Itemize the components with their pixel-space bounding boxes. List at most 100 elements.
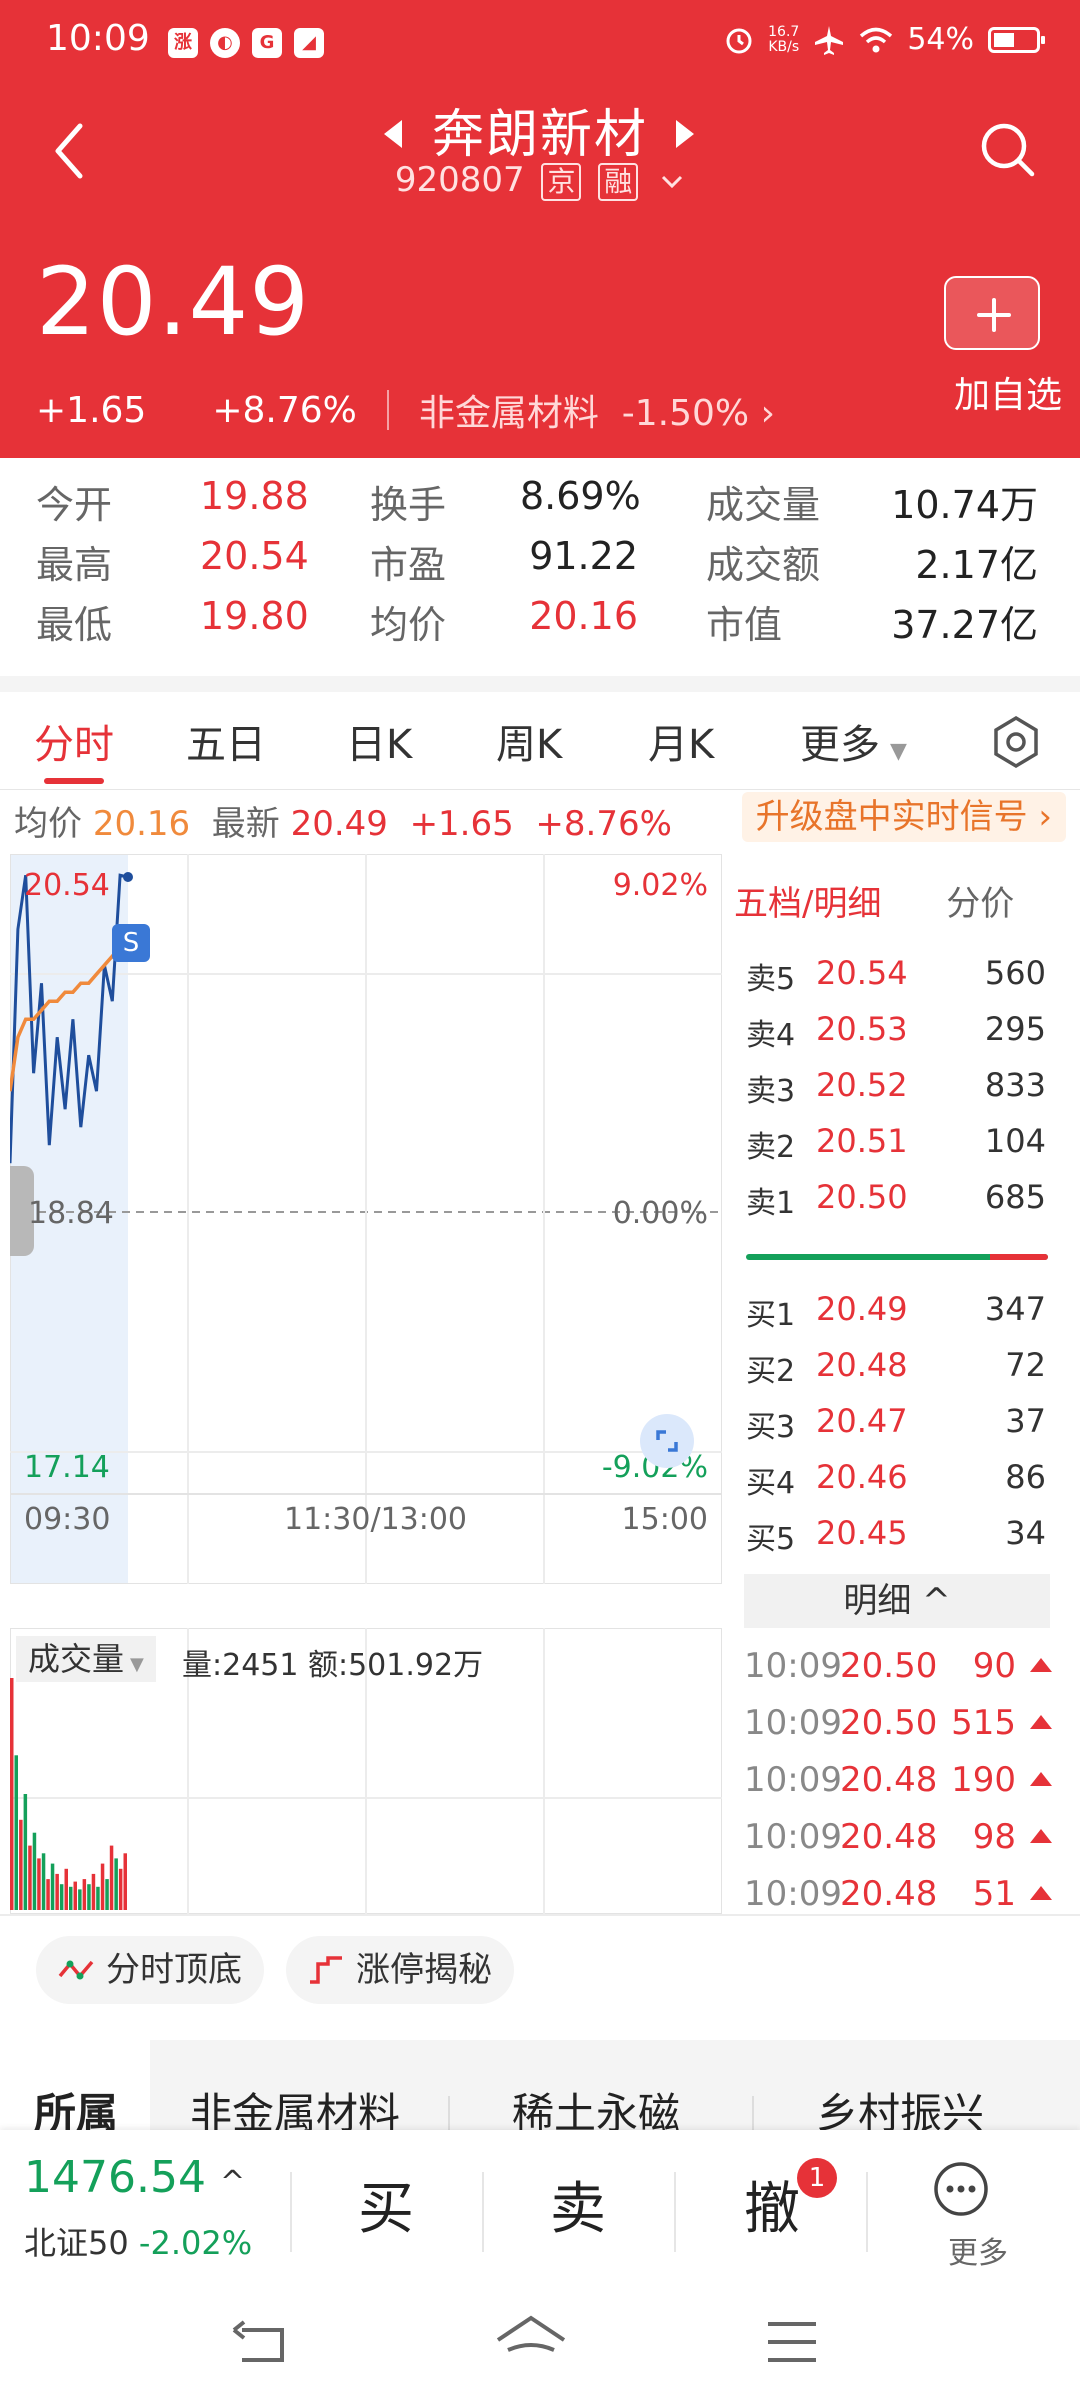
bid-row: 买4 20.46 86 bbox=[746, 1458, 1046, 1501]
volume-bar bbox=[23, 1794, 28, 1910]
tab-underline bbox=[44, 778, 104, 784]
volume-bar bbox=[64, 1868, 68, 1910]
add-watchlist-label[interactable]: 加自选 bbox=[954, 366, 1062, 418]
nav-home-icon[interactable] bbox=[494, 2314, 568, 2370]
tab-daily-k[interactable]: 日K bbox=[346, 712, 412, 770]
volume-bar bbox=[50, 1863, 55, 1910]
divider bbox=[386, 390, 389, 430]
index-value: 1476.54 ^ bbox=[24, 2152, 246, 2203]
nav-menu-icon[interactable] bbox=[764, 2318, 820, 2366]
sector-link[interactable]: 非金属材料 -1.50% › bbox=[419, 384, 775, 436]
buy-button[interactable]: 买 bbox=[358, 2164, 414, 2245]
cancel-order-button[interactable]: 撤 bbox=[744, 2164, 800, 2245]
tab-price-distribution[interactable]: 分价 bbox=[946, 884, 1014, 924]
tab-monthly-k[interactable]: 月K bbox=[648, 712, 714, 770]
stat-value: 8.69% bbox=[520, 474, 641, 518]
sell-button[interactable]: 卖 bbox=[550, 2164, 606, 2245]
up-arrow-icon bbox=[1030, 1829, 1052, 1843]
stat-label: 成交量 bbox=[706, 483, 821, 527]
volume-bar bbox=[28, 1845, 32, 1910]
bid-row: 买1 20.49 347 bbox=[746, 1290, 1046, 1333]
divider bbox=[448, 2096, 450, 2132]
airplane-icon bbox=[815, 25, 844, 55]
system-nav-bar bbox=[0, 2280, 1080, 2408]
upgrade-signal-button[interactable]: 升级盘中实时信号 › bbox=[741, 792, 1066, 842]
more-label[interactable]: 更多 bbox=[948, 2228, 1008, 2272]
index-name: 北证50 -2.02% bbox=[24, 2224, 253, 2262]
stat-label: 今开 bbox=[36, 483, 113, 527]
battery-percent: 54% bbox=[907, 22, 974, 57]
stat-label: 最低 bbox=[36, 603, 113, 647]
stock-name: 奔朗新材 bbox=[431, 105, 648, 165]
next-stock-icon[interactable] bbox=[676, 120, 694, 148]
stat-value: 10.74万 bbox=[891, 483, 1038, 527]
tab-five-day[interactable]: 五日 bbox=[186, 712, 266, 770]
trade-tick-row: 10:09 20.50 90 bbox=[744, 1646, 1058, 1690]
stock-header: 10:09 涨 ◐ G ◢ 16.7 KB/s 54% 奔朗新材 920807 京… bbox=[0, 0, 1080, 458]
volume-bar bbox=[73, 1881, 77, 1910]
trade-tick-row: 10:09 20.48 98 bbox=[744, 1817, 1058, 1861]
volume-bar bbox=[96, 1886, 100, 1910]
stat-value: 37.27亿 bbox=[891, 603, 1038, 647]
chevron-down-icon bbox=[662, 175, 683, 189]
ask-row: 卖1 20.50 685 bbox=[746, 1178, 1046, 1221]
section-divider bbox=[0, 1914, 1080, 1916]
volume-bar bbox=[82, 1879, 87, 1910]
add-watchlist-button[interactable] bbox=[944, 276, 1040, 350]
volume-bar bbox=[105, 1879, 109, 1910]
up-arrow-icon bbox=[1030, 1715, 1052, 1729]
volume-indicator-selector[interactable]: 成交量 ▼ bbox=[16, 1636, 156, 1682]
limit-up-reveal-chip[interactable]: 涨停揭秘 bbox=[286, 1936, 514, 2004]
volume-bar bbox=[78, 1889, 82, 1910]
volume-info: 量:2451 额:501.92万 bbox=[182, 1648, 484, 1683]
nav-back-icon[interactable] bbox=[232, 2320, 292, 2370]
tab-order-book[interactable]: 五档/明细 bbox=[734, 884, 881, 924]
stat-label: 最高 bbox=[36, 543, 113, 587]
margin-tag: 融 bbox=[598, 163, 639, 201]
search-icon[interactable] bbox=[976, 118, 1040, 182]
top-bottom-signal-chip[interactable]: 分时顶底 bbox=[36, 1936, 264, 2004]
section-divider bbox=[0, 676, 1080, 692]
status-bar: 10:09 涨 ◐ G ◢ 16.7 KB/s 54% bbox=[0, 0, 1080, 84]
expand-chart-button[interactable] bbox=[640, 1414, 694, 1468]
notification-app-icon: G bbox=[252, 28, 282, 58]
title-area: 奔朗新材 bbox=[0, 92, 1080, 167]
stat-label: 市盈 bbox=[370, 543, 447, 587]
intraday-chart[interactable]: 20.54 18.84 17.14 9.02% 0.00% -9.02% S 0… bbox=[8, 853, 723, 1585]
stats-grid: 今开 19.88 换手 8.69% 成交量 10.74万 最高 20.54 市盈… bbox=[0, 464, 1080, 674]
price-mid-label: 18.84 bbox=[28, 1196, 114, 1231]
stat-value: 20.16 bbox=[529, 594, 638, 638]
price-low-label: 17.14 bbox=[24, 1450, 110, 1485]
tab-more[interactable]: 更多 ▼ bbox=[800, 712, 907, 770]
volume-bar bbox=[69, 1886, 73, 1910]
volume-bar bbox=[10, 1678, 14, 1910]
change-row: +1.65 +8.76% 非金属材料 -1.50% › bbox=[36, 384, 775, 436]
network-speed: 16.7 KB/s bbox=[768, 23, 800, 55]
bid-row: 买3 20.47 37 bbox=[746, 1402, 1046, 1445]
trade-bottom-bar: 1476.54 ^ 北证50 -2.02% 买 卖 撤 1 更多 bbox=[0, 2130, 1080, 2280]
price-high-label: 20.54 bbox=[24, 868, 110, 903]
expand-icon bbox=[656, 1430, 678, 1452]
price-change-pct: +8.76% bbox=[212, 389, 357, 431]
order-book: 五档/明细 分价 卖5 20.54 560 卖4 20.53 295 卖3 20.52 83… bbox=[728, 854, 1058, 1914]
time-end-label: 15:00 bbox=[621, 1502, 708, 1537]
volume-bar bbox=[14, 1755, 18, 1910]
order-book-header: 五档/明细 分价 bbox=[734, 876, 1014, 925]
stat-value: 19.80 bbox=[200, 594, 309, 638]
volume-chart[interactable]: 成交量 ▼ 量:2451 额:501.92万 bbox=[9, 1627, 723, 1915]
bid-ask-ratio-bar bbox=[746, 1254, 1048, 1260]
pct-high-label: 9.02% bbox=[612, 868, 708, 903]
gear-icon[interactable] bbox=[988, 714, 1044, 770]
trade-detail-toggle[interactable]: 明细 ^ bbox=[744, 1574, 1050, 1628]
stock-code-line[interactable]: 920807 京 融 bbox=[0, 160, 1080, 201]
trade-tick-row: 10:09 20.50 515 bbox=[744, 1703, 1058, 1747]
tab-weekly-k[interactable]: 周K bbox=[496, 712, 562, 770]
more-icon[interactable] bbox=[932, 2160, 990, 2218]
tab-intraday[interactable]: 分时 bbox=[34, 712, 114, 770]
bid-row: 买2 20.48 72 bbox=[746, 1346, 1046, 1389]
notification-app-icon: ◢ bbox=[294, 28, 324, 58]
sell-signal-marker[interactable]: S bbox=[112, 924, 150, 962]
up-arrow-icon bbox=[1030, 1772, 1052, 1786]
stat-value: 20.54 bbox=[200, 534, 309, 578]
trend-signal-icon bbox=[58, 1960, 94, 1980]
